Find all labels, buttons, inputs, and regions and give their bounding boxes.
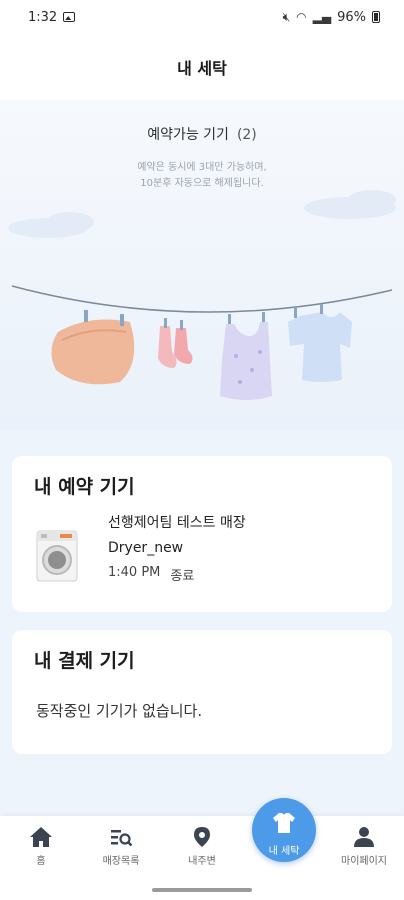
- nav-my-page-label: 마이페이지: [341, 856, 387, 867]
- notice-line-1: 예약은 동시에 3대만 가능하며,: [137, 162, 267, 173]
- person-icon: [354, 827, 374, 847]
- signal-icon: ▂▄: [312, 10, 332, 24]
- page-title: 내 세탁: [177, 59, 227, 78]
- status-left: 1:32: [28, 9, 76, 25]
- mute-icon: 🔇︎: [282, 9, 291, 24]
- nav-nearby-label: 내주변: [188, 856, 216, 867]
- reservation-time-row: 1:40 PM 종료: [108, 565, 194, 584]
- location-pin-icon: [194, 827, 210, 847]
- laundry-illustration: [8, 190, 396, 400]
- home-gesture-bar[interactable]: [152, 888, 252, 892]
- battery-percent: 96%: [337, 9, 366, 25]
- payment-card-title: 내 결제 기기: [34, 650, 135, 672]
- nav-my-laundry[interactable]: 내 세탁: [252, 798, 316, 862]
- bottom-navigation: 홈 매장목록 내주변 마이페이지: [0, 816, 404, 882]
- nav-nearby[interactable]: 내주변: [162, 826, 242, 867]
- reservation-notice: 예약은 동시에 3대만 가능하며, 10분후 자동으로 해제됩니다.: [0, 160, 404, 192]
- reservation-card-title: 내 예약 기기: [34, 476, 135, 498]
- dryer-icon: [36, 530, 78, 582]
- nav-my-laundry-label: 내 세탁: [268, 846, 300, 857]
- status-right: 🔇︎ ◠ ▂▄ 96%: [283, 10, 380, 25]
- reservation-status: 종료: [170, 569, 195, 584]
- available-devices-label: 예약가능 기기 (2): [0, 124, 404, 144]
- reservation-store-name: 선행제어팀 테스트 매장: [108, 515, 246, 531]
- status-bar: 1:32 🔇︎ ◠ ▂▄ 96%: [0, 0, 404, 34]
- gallery-notification-icon: [63, 12, 76, 22]
- hero-section: 예약가능 기기 (2) 예약은 동시에 3대만 가능하며, 10분후 자동으로 해…: [0, 100, 404, 430]
- nav-store-list[interactable]: 매장목록: [81, 826, 161, 867]
- my-reservation-card: 내 예약 기기 선행제어팀 테스트 매장 Dryer_new 1:40 PM 종…: [12, 456, 392, 612]
- store-list-icon: [111, 830, 133, 847]
- available-label-text: 예약가능 기기: [147, 127, 229, 143]
- battery-icon: [372, 11, 380, 23]
- nav-my-page[interactable]: 마이페이지: [324, 826, 404, 867]
- status-time: 1:32: [28, 9, 58, 25]
- payment-empty-message: 동작중인 기기가 없습니다.: [36, 702, 203, 720]
- notice-line-2: 10분후 자동으로 해제됩니다.: [140, 178, 264, 189]
- home-icon: [30, 827, 52, 847]
- available-count: (2): [236, 127, 257, 143]
- my-payment-card: 내 결제 기기 동작중인 기기가 없습니다.: [12, 630, 392, 754]
- reservation-device-name: Dryer_new: [108, 540, 184, 556]
- nav-home-label: 홈: [36, 856, 46, 867]
- nav-home[interactable]: 홈: [1, 826, 81, 867]
- wifi-icon: ◠: [296, 10, 307, 24]
- reservation-time: 1:40 PM: [108, 565, 161, 580]
- nav-store-list-label: 매장목록: [102, 856, 140, 867]
- app-header: 내 세탁: [0, 34, 404, 100]
- shirt-icon: [273, 813, 295, 833]
- gesture-area: [0, 882, 404, 900]
